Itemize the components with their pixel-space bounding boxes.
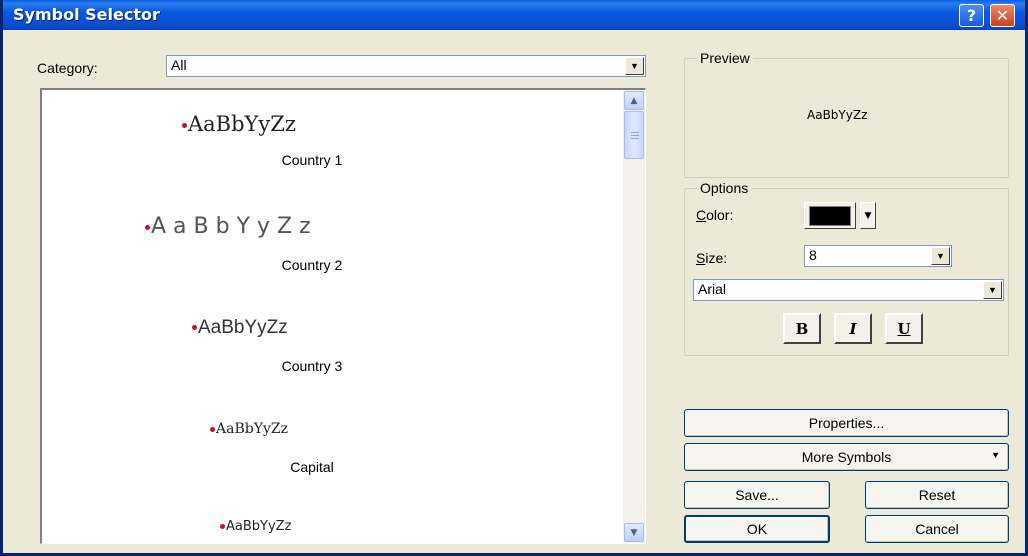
bold-icon: B — [795, 319, 809, 338]
scroll-down-button[interactable]: ▼ — [624, 523, 644, 542]
color-picker-button[interactable] — [804, 202, 856, 229]
symbol-sample: AaBbYyZz — [182, 112, 296, 136]
chevron-down-icon: ▼ — [630, 527, 638, 538]
reset-button-label: Reset — [918, 487, 956, 503]
ok-button-label: OK — [746, 521, 768, 537]
chevron-down-icon[interactable]: ▼ — [625, 57, 644, 75]
bold-button[interactable]: B — [783, 313, 821, 344]
size-dropdown[interactable]: 8 ▼ — [804, 245, 952, 267]
help-icon: ? — [966, 6, 977, 25]
save-button-label: Save... — [735, 487, 779, 503]
symbol-name: Country 3 — [281, 358, 343, 374]
ok-button[interactable]: OK — [684, 515, 830, 543]
category-dropdown[interactable]: All ▼ — [166, 55, 646, 77]
size-value: 8 — [809, 247, 817, 263]
font-value: Arial — [698, 281, 727, 297]
symbol-list[interactable]: AaBbYyZz Country 1 A a B b Y y Z z Count… — [40, 88, 646, 544]
close-button[interactable]: ✕ — [990, 4, 1015, 27]
size-label-rest: ize: — [705, 250, 728, 266]
preview-text: AaBbYyZz — [807, 108, 868, 122]
reset-button[interactable]: Reset — [865, 481, 1009, 509]
point-marker-icon — [192, 325, 197, 331]
category-label: Category: — [37, 60, 98, 76]
chevron-down-icon: ▼ — [864, 210, 872, 221]
size-label-accesskey: S — [696, 250, 706, 266]
title-bar[interactable]: Symbol Selector ? ✕ — [3, 0, 1025, 30]
color-label-accesskey: C — [696, 207, 707, 223]
color-swatch-fill — [809, 206, 851, 226]
underline-icon: U — [897, 319, 911, 338]
vertical-scrollbar[interactable]: ▲ ▼ — [623, 90, 645, 543]
symbol-sample: AaBbYyZz — [220, 519, 291, 534]
category-value: All — [171, 57, 187, 73]
close-icon: ✕ — [995, 6, 1010, 25]
chevron-up-icon: ▲ — [630, 95, 638, 106]
symbol-sample: A a B b Y y Z z — [145, 214, 311, 239]
scroll-thumb[interactable] — [624, 111, 644, 159]
help-button[interactable]: ? — [959, 4, 984, 27]
chevron-down-icon: ▼ — [991, 450, 1000, 460]
color-label-rest: olor: — [706, 207, 734, 223]
options-label: Options — [700, 180, 749, 196]
more-symbols-button-label: More Symbols — [801, 449, 892, 465]
symbol-sample: AaBbYyZz — [192, 317, 288, 339]
properties-button[interactable]: Properties... — [684, 409, 1009, 437]
italic-button[interactable]: I — [834, 313, 872, 344]
symbol-sample: AaBbYyZz — [210, 421, 288, 437]
size-label: Size: — [696, 250, 727, 266]
point-marker-icon — [210, 426, 215, 432]
more-symbols-button[interactable]: More Symbols ▼ — [684, 443, 1009, 471]
cancel-button-label: Cancel — [915, 521, 959, 537]
symbol-selector-window: Symbol Selector ? ✕ Category: All ▼ AaBb… — [0, 0, 1028, 556]
window-title: Symbol Selector — [13, 5, 160, 24]
save-button[interactable]: Save... — [684, 481, 830, 509]
italic-icon: I — [849, 319, 857, 338]
preview-label: Preview — [700, 50, 750, 66]
scroll-up-button[interactable]: ▲ — [624, 91, 644, 110]
symbol-name: Country 1 — [281, 152, 343, 168]
chevron-down-icon[interactable]: ▼ — [983, 281, 1002, 299]
point-marker-icon — [145, 224, 150, 230]
color-label: Color: — [696, 207, 733, 223]
grip-line — [631, 132, 639, 133]
underline-button[interactable]: U — [885, 313, 923, 344]
symbol-name: Capital — [290, 459, 334, 475]
font-dropdown[interactable]: Arial ▼ — [693, 279, 1004, 301]
symbol-name: Country 2 — [281, 257, 343, 273]
color-dropdown-button[interactable]: ▼ — [860, 202, 876, 229]
cancel-button[interactable]: Cancel — [865, 515, 1009, 543]
point-marker-icon — [220, 524, 225, 529]
grip-line — [631, 135, 639, 136]
chevron-down-icon[interactable]: ▼ — [931, 247, 950, 265]
point-marker-icon — [182, 123, 187, 128]
grip-line — [631, 138, 639, 139]
properties-button-label: Properties... — [808, 415, 885, 431]
